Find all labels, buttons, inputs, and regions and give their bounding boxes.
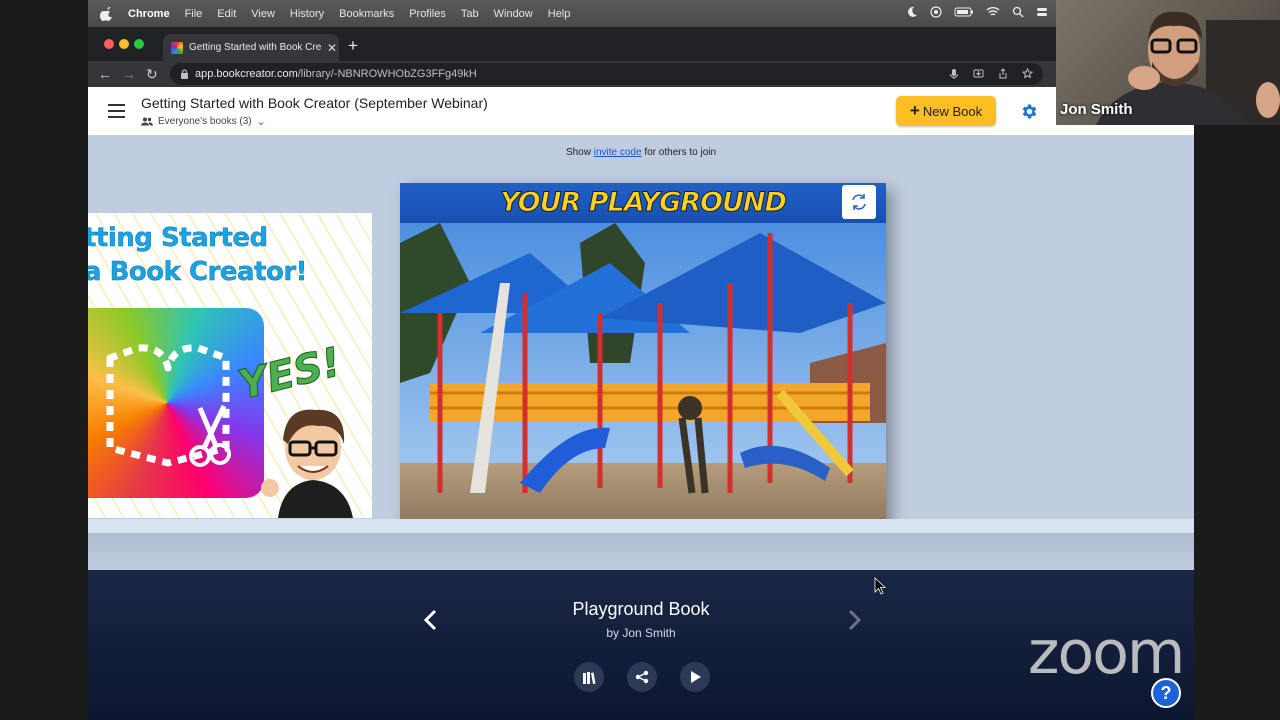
book-heart-scissors-icon [106,344,231,467]
invite-code-prompt: Show invite code for others to join [88,147,1194,158]
next-book-arrow-icon[interactable] [844,608,864,632]
help-button[interactable]: ? [1151,678,1181,708]
menu-file[interactable]: File [185,8,203,20]
play-icon [691,671,701,683]
microphone-icon[interactable] [949,68,959,80]
gear-icon[interactable] [1020,102,1039,121]
invite-prefix: Show [565,147,594,158]
screen-right-margin [1194,125,1280,720]
bookshelf: Show invite code for others to join ttin… [88,135,1194,570]
change-cover-button[interactable] [842,185,876,219]
reload-icon[interactable]: ↻ [146,66,158,83]
share-button[interactable] [627,662,657,692]
participant-name: Jon Smith [1060,101,1133,118]
library-button[interactable] [574,662,604,692]
minimize-window-button[interactable] [119,39,129,49]
book-cover-playground[interactable]: YOUR PLAYGROUND [400,183,886,547]
back-arrow-icon[interactable]: ← [98,66,112,82]
battery-icon[interactable] [954,6,974,18]
close-window-button[interactable] [104,39,114,49]
url-bar[interactable]: app.bookcreator.com/library/-NBNROWHObZG… [170,63,1043,85]
menu-view[interactable]: View [251,8,275,20]
forward-arrow-icon[interactable]: → [122,66,136,82]
menu-window[interactable]: Window [494,8,533,20]
screen-left-margin [0,0,88,720]
invite-code-link[interactable]: invite code [594,147,642,158]
invite-suffix: for others to join [641,147,717,158]
apple-icon[interactable] [100,6,114,21]
share-page-icon[interactable] [998,68,1008,79]
read-book-button[interactable] [680,662,710,692]
spotlight-search-icon[interactable] [1012,6,1024,18]
book-creator-logo [88,308,264,498]
swap-icon [852,194,866,210]
browser-toolbar: ← → ↻ app.bookcreator.com/library/-NBNRO… [88,61,1056,87]
shelf-shadow [88,533,1194,570]
url-path: /library/-NBNROWHObZG3FFg49kH [297,68,477,80]
tab-title: Getting Started with Book Creator [189,42,321,53]
cover-title-line2: a Book Creator! [88,257,308,287]
books-icon [583,671,596,684]
menu-chrome[interactable]: Chrome [128,8,170,20]
status-icons [906,6,1048,18]
playground-photo [400,223,886,547]
book-title: Playground Book [572,599,710,619]
menu-tab[interactable]: Tab [461,8,479,20]
app-header: Getting Started with Book Creator (Septe… [88,87,1194,135]
shelf-edge [88,519,1194,533]
url-host: app.bookcreator.com [195,68,298,80]
menu-profiles[interactable]: Profiles [409,8,446,20]
new-book-label: New Book [922,103,983,119]
zoom-watermark: zoom [1028,618,1185,688]
new-tab-icon[interactable]: + [348,36,358,56]
maximize-window-button[interactable] [134,39,144,49]
cover-title-line1: tting Started [88,223,268,253]
menu-bookmarks[interactable]: Bookmarks [339,8,394,20]
install-app-icon[interactable] [973,68,984,79]
book-cover-getting-started[interactable]: tting Started a Book Creator! YES! [88,213,372,518]
browser-tab[interactable]: Getting Started with Book Creator ✕ [163,34,339,61]
browser-tab-bar: Getting Started with Book Creator ✕ + [88,27,1056,61]
people-icon [141,117,153,126]
menu-help[interactable]: Help [548,8,571,20]
zoom-video-tile[interactable]: Jon Smith [1056,0,1280,125]
bookmark-star-icon[interactable] [1022,68,1033,79]
plus-icon: + [909,101,920,120]
share-icon [635,670,649,684]
book-creator-favicon-icon [171,41,183,54]
library-title: Getting Started with Book Creator (Septe… [141,95,488,111]
new-book-button[interactable]: + New Book [896,96,996,126]
hamburger-menu-icon[interactable] [108,104,125,118]
moon-icon[interactable] [906,6,918,18]
cover-banner: YOUR PLAYGROUND [400,183,886,223]
mouse-cursor-icon [874,577,886,595]
lock-icon[interactable] [180,69,189,79]
library-filter-label: Everyone's books (3) [158,116,252,127]
cover-banner-text: YOUR PLAYGROUND [500,187,788,219]
tab-close-icon[interactable]: ✕ [327,41,337,55]
wifi-icon[interactable] [986,6,1000,18]
record-icon[interactable] [930,6,942,18]
chevron-down-icon: ⌄ [256,116,266,128]
cartoon-avatar-icon [261,409,353,518]
mac-menubar: Chrome File Edit View History Bookmarks … [88,0,1056,27]
control-center-icon[interactable] [1036,6,1048,18]
library-filter-dropdown[interactable]: Everyone's books (3) ⌄ [141,115,266,128]
menu-edit[interactable]: Edit [217,8,236,20]
menu-history[interactable]: History [290,8,324,20]
